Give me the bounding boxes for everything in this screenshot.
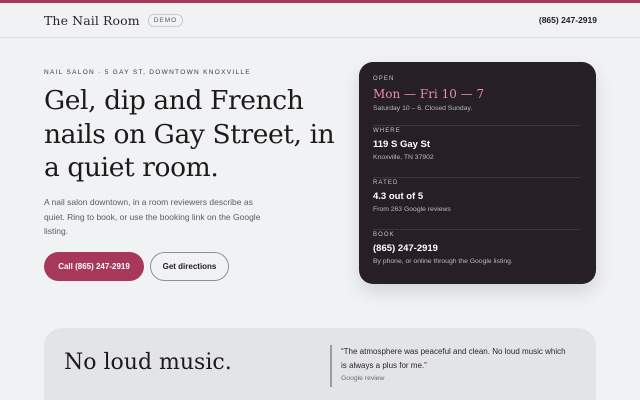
brand-name[interactable]: The Nail Room [44, 13, 140, 28]
brand[interactable]: The Nail Room DEMO [44, 13, 184, 28]
book-phone[interactable]: (865) 247-2919 [373, 243, 580, 254]
directions-button[interactable]: Get directions [150, 252, 229, 281]
review-quote-text: “The atmosphere was peaceful and clean. … [341, 347, 566, 370]
book-sub: By phone, or online through the Google l… [373, 258, 513, 265]
review-source: Google review [341, 375, 385, 382]
card-section-rated: RATED 4.3 out of 5 From 263 Google revie… [373, 178, 580, 230]
open-hours: Mon — Fri 10 — 7 [373, 87, 485, 101]
info-card: OPEN Mon — Fri 10 — 7 Saturday 10 – 6. C… [359, 62, 596, 284]
hero-headline: Gel, dip and French nails on Gay Street,… [44, 85, 335, 183]
hero-subtext: A nail salon downtown, in a room reviewe… [44, 197, 261, 236]
review-quote: “The atmosphere was peaceful and clean. … [330, 345, 570, 387]
where-address: 119 S Gay St [373, 139, 431, 150]
header-phone-link[interactable]: (865) 247-2919 [539, 15, 597, 25]
rating-sub: From 263 Google reviews [373, 206, 451, 213]
where-sub: Knoxville, TN 37902 [373, 154, 434, 161]
call-button[interactable]: Call (865) 247-2919 [44, 252, 144, 281]
where-label: WHERE [373, 128, 401, 134]
card-section-where: WHERE 119 S Gay St Knoxville, TN 37902 [373, 126, 580, 178]
quote-band: No loud music. “The atmosphere was peace… [44, 328, 596, 400]
site-header: The Nail Room DEMO (865) 247-2919 [0, 3, 640, 38]
card-section-book: BOOK (865) 247-2919 By phone, or online … [373, 230, 580, 282]
hero-eyebrow: NAIL SALON · 5 GAY ST, DOWNTOWN KNOXVILL… [44, 69, 251, 76]
demo-badge: DEMO [147, 13, 184, 27]
rating-value: 4.3 out of 5 [373, 191, 424, 202]
card-section-open: OPEN Mon — Fri 10 — 7 Saturday 10 – 6. C… [373, 74, 580, 126]
quote-band-title: No loud music. [64, 350, 232, 375]
open-sub: Saturday 10 – 6. Closed Sunday. [373, 105, 473, 112]
book-label: BOOK [373, 232, 395, 238]
rated-label: RATED [373, 180, 399, 186]
open-label: OPEN [373, 76, 395, 82]
